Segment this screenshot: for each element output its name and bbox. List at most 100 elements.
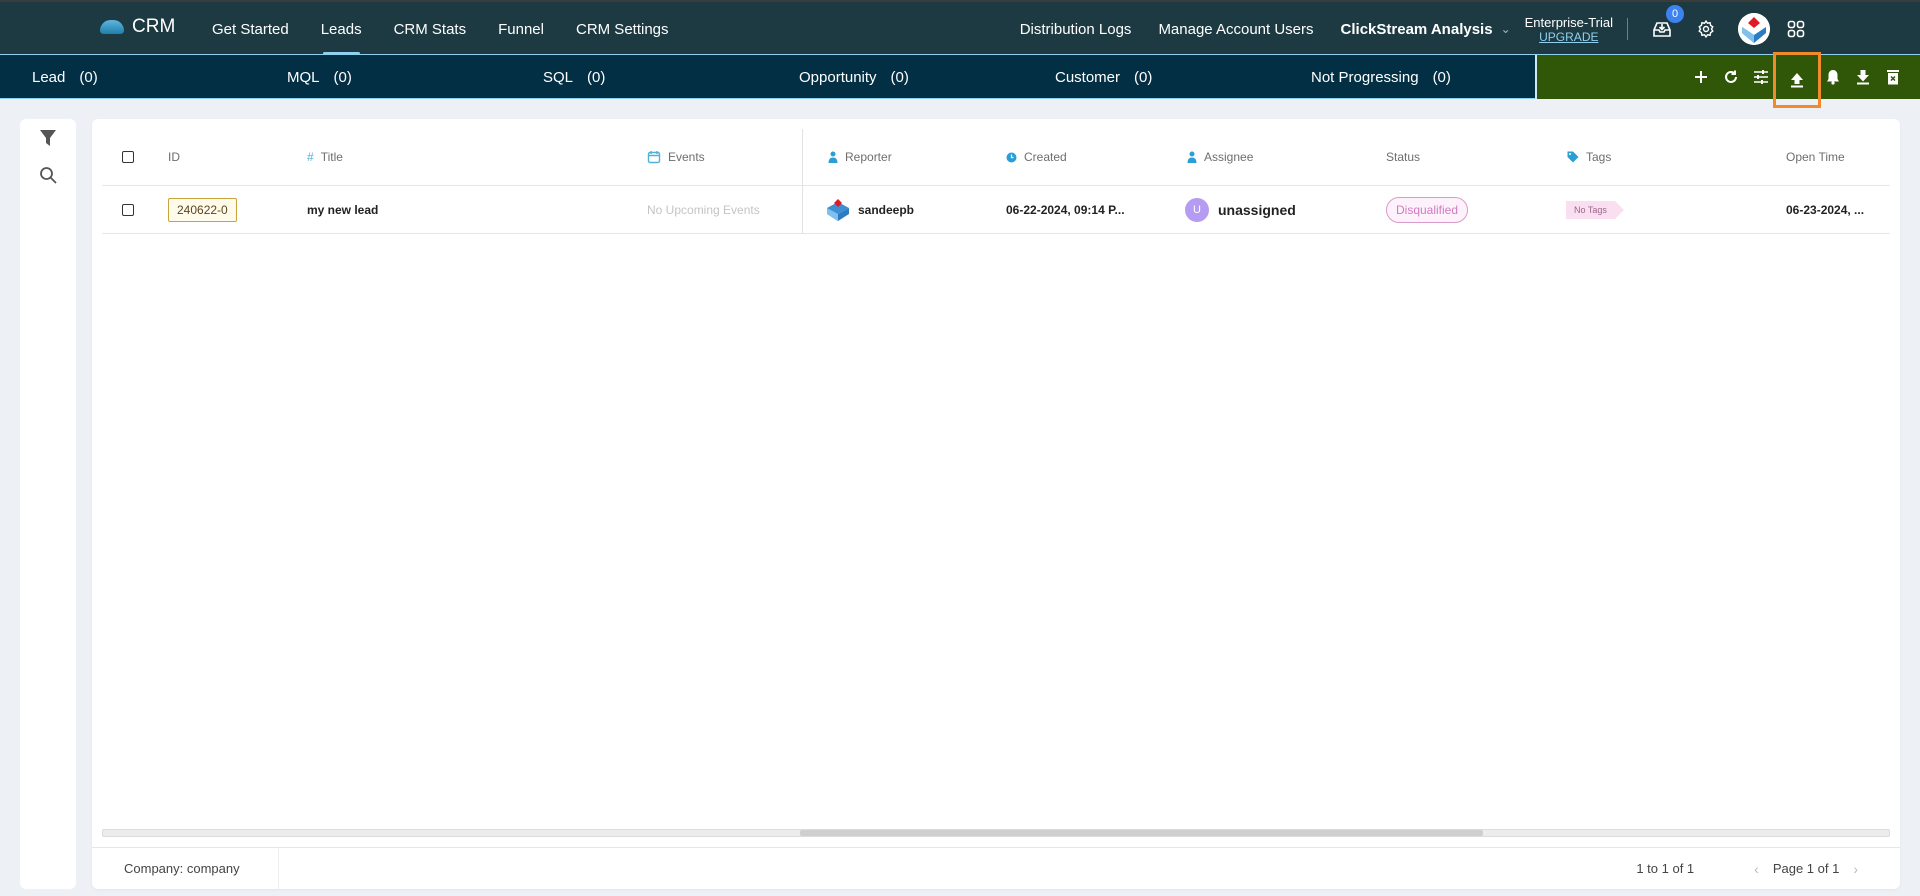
assignee-avatar: U (1185, 197, 1209, 222)
manage-account-users-link[interactable]: Manage Account Users (1158, 21, 1313, 38)
next-page-icon[interactable]: › (1853, 861, 1858, 877)
nav-leads[interactable]: Leads (305, 2, 378, 56)
search-icon[interactable] (39, 166, 57, 189)
nav-get-started[interactable]: Get Started (196, 2, 305, 56)
refresh-button[interactable] (1716, 62, 1746, 92)
inbox-download-icon (1653, 22, 1671, 37)
lead-events: No Upcoming Events (647, 202, 760, 217)
stage-count: (0) (890, 68, 909, 86)
lead-open-time: 06-23-2024, ... (1786, 202, 1865, 217)
stage-label: Customer (1055, 68, 1121, 86)
company-label: Company: company (124, 861, 240, 876)
stage-count: (0) (79, 68, 98, 86)
column-settings-button[interactable] (1746, 62, 1776, 92)
plan-info: Enterprise-Trial UPGRADE (1525, 15, 1613, 44)
brand[interactable]: CRM (100, 16, 175, 38)
tags-chip[interactable]: No Tags (1566, 200, 1624, 219)
settings-button[interactable] (1694, 17, 1718, 41)
lead-title[interactable]: my new lead (307, 186, 378, 233)
stage-not-progressing[interactable]: Not Progressing (0) (1311, 55, 1451, 99)
col-label: Title (320, 150, 343, 164)
nav-crm-stats[interactable]: CRM Stats (378, 2, 483, 56)
col-tags[interactable]: Tags (1567, 129, 1611, 185)
table-footer: Company: company 1 to 1 of 1 ‹ Page 1 of… (92, 847, 1900, 890)
stage-customer[interactable]: Customer (0) (1055, 55, 1152, 99)
scrollbar-thumb[interactable] (800, 830, 1483, 836)
notification-badge: 0 (1666, 5, 1684, 23)
delete-button[interactable] (1878, 62, 1908, 92)
plan-name: Enterprise-Trial (1524, 14, 1613, 30)
col-created[interactable]: Created (1006, 129, 1067, 185)
delete-icon (1887, 70, 1899, 85)
brand-name: CRM (132, 16, 176, 37)
stage-sql[interactable]: SQL (0) (543, 55, 605, 99)
hash-icon: # (307, 150, 314, 164)
upload-icon (1791, 73, 1803, 88)
inbox-button[interactable]: 0 (1650, 5, 1684, 41)
filter-icon[interactable] (39, 129, 57, 152)
col-label: Reporter (845, 150, 892, 164)
horizontal-scrollbar[interactable] (102, 829, 1890, 837)
row-range: 1 to 1 of 1 (1636, 861, 1695, 876)
distribution-logs-link[interactable]: Distribution Logs (1020, 21, 1132, 38)
stage-opportunity[interactable]: Opportunity (0) (799, 55, 909, 99)
stage-count: (0) (1134, 68, 1153, 86)
upload-button[interactable] (1773, 52, 1821, 108)
calendar-icon (647, 150, 661, 164)
clock-icon (1006, 152, 1017, 163)
stage-count: (0) (1432, 68, 1451, 86)
col-id[interactable]: ID (168, 129, 180, 185)
stage-count: (0) (333, 68, 352, 86)
select-all-checkbox[interactable] (122, 151, 134, 163)
reporter-name: sandeepb (858, 202, 915, 217)
filter-sidebar (20, 119, 76, 889)
prev-page-icon[interactable]: ‹ (1754, 861, 1759, 877)
stage-label: Opportunity (799, 68, 877, 86)
col-events[interactable]: Events (647, 129, 705, 185)
table-header: ID # Title Events Reporter Created Assign… (102, 129, 1890, 186)
person-icon (828, 151, 838, 163)
lead-id-chip[interactable]: 240622-0 (168, 197, 237, 222)
status-badge[interactable]: Disqualified (1386, 196, 1469, 223)
col-open-time[interactable]: Open Time (1786, 129, 1845, 185)
col-label: Assignee (1204, 150, 1254, 164)
stage-count: (0) (587, 68, 606, 86)
col-assignee[interactable]: Assignee (1187, 129, 1253, 185)
user-avatar[interactable] (1738, 13, 1770, 45)
assignee-name: unassigned (1218, 201, 1296, 218)
nav-right: Distribution Logs Manage Account Users C… (1020, 2, 1920, 56)
col-label: Events (668, 150, 705, 164)
upgrade-link[interactable]: UPGRADE (1539, 30, 1598, 44)
download-button[interactable] (1848, 62, 1878, 92)
main-nav: Get Started Leads CRM Stats Funnel CRM S… (196, 2, 685, 56)
bell-icon (1827, 70, 1839, 85)
notifications-button[interactable] (1818, 62, 1848, 92)
tag-icon (1567, 151, 1579, 163)
nav-crm-settings[interactable]: CRM Settings (560, 2, 685, 56)
divider (1627, 18, 1628, 40)
col-reporter[interactable]: Reporter (828, 129, 892, 185)
lead-created: 06-22-2024, 09:14 P... (1006, 202, 1125, 217)
stage-label: Lead (32, 68, 66, 86)
row-checkbox[interactable] (122, 203, 134, 216)
stage-mql[interactable]: MQL (0) (287, 55, 352, 99)
lead-reporter: sandeepb (826, 186, 914, 233)
col-label: Tags (1586, 150, 1612, 164)
nav-funnel[interactable]: Funnel (482, 2, 560, 56)
action-toolbar (1535, 52, 1920, 108)
add-button[interactable] (1686, 62, 1716, 92)
leads-table: ID # Title Events Reporter Created Assign… (102, 129, 1890, 234)
user-logo-icon (1738, 13, 1770, 45)
apps-button[interactable] (1784, 17, 1808, 41)
table-row[interactable]: 240622-0 my new lead No Upcoming Events … (102, 186, 1890, 234)
col-title[interactable]: # Title (307, 129, 343, 185)
stage-lead[interactable]: Lead (0) (32, 55, 98, 99)
page-indicator: Page 1 of 1 (1772, 861, 1840, 876)
chevron-down-icon[interactable]: ⌄ (1501, 22, 1511, 36)
workspace-selector[interactable]: ClickStream Analysis (1341, 21, 1493, 38)
add-icon (1695, 71, 1707, 83)
col-status[interactable]: Status (1386, 129, 1420, 185)
col-label: Created (1024, 150, 1067, 164)
person-icon (1187, 151, 1197, 163)
lead-assignee[interactable]: U unassigned (1185, 186, 1296, 233)
